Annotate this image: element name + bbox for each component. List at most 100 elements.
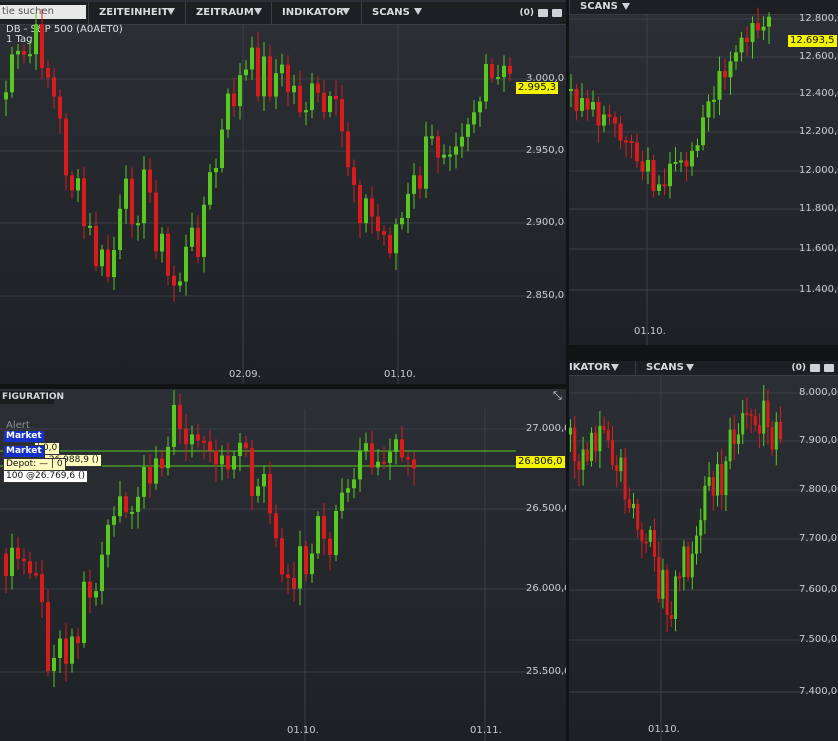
candle-body [442,154,446,158]
candle-body [569,427,572,435]
candle-body [334,510,338,556]
candle-body [316,83,320,93]
candle-body [130,511,134,514]
candle-body [274,513,278,539]
candle-body [472,112,476,125]
candle-body [292,578,296,589]
candle-body [88,225,92,228]
candle-body [232,93,236,107]
candlestick-chart-bottomleft[interactable] [0,389,566,741]
candle-body [358,184,362,224]
candle-body [244,442,248,449]
candle-body [756,23,760,31]
candle-body [208,441,212,451]
candle-body [607,114,612,117]
candle-body [16,547,20,559]
position-label[interactable]: 100 @26.769,6 () [3,470,89,483]
candle-body [220,129,224,168]
candle-body [238,442,242,457]
candle-body [640,161,645,172]
candle-body [226,93,230,130]
candle-body [678,576,682,579]
candle-body [238,75,242,107]
candlestick-chart-topright[interactable] [569,0,838,345]
candle-body [370,198,374,217]
candle-body [100,554,104,592]
candle-body [274,73,278,97]
candle-body [596,102,601,126]
candle-body [460,136,464,147]
candle-body [118,496,122,517]
candle-body [58,638,62,658]
candle-body [172,404,176,447]
candle-body [52,77,56,97]
last-price-tag: 2.995,3 [516,82,559,94]
candle-body [703,485,707,521]
candle-body [64,638,68,664]
candlestick-chart-main[interactable] [0,0,566,384]
candle-body [619,457,623,472]
market-order-badge[interactable]: Market [3,445,45,458]
candle-body [484,64,488,102]
chart-panel-main[interactable]: tie suchen ZEITEINHEIT ZEITRAUM INDIKATO… [0,0,566,384]
chart-panel-bottomright[interactable]: IKATOR SCANS (0) 8.000,0 7.900,0 7.800,0… [569,361,838,741]
candle-body [244,69,248,76]
market-order-badge[interactable]: Market [3,430,45,443]
candle-body [226,455,230,470]
candle-body [154,192,158,252]
chart-panel-topright[interactable]: SCANS 12.800,0 12.600,0 12.400,0 12.200,… [569,0,838,345]
y-axis-label: 12.400,0 [799,88,838,99]
candle-body [190,434,194,445]
candle-body [64,118,68,176]
candle-body [370,443,374,468]
candle-body [184,246,188,282]
candle-body [502,65,506,78]
candle-body [758,425,761,434]
candle-body [160,458,164,469]
candle-body [106,249,110,278]
candle-body [750,23,755,42]
candle-body [148,467,152,484]
candle-body [28,561,32,574]
y-axis-label: 12.200,0 [799,126,838,137]
candle-body [76,636,80,644]
candle-body [640,529,644,542]
candle-body [632,503,635,509]
candle-body [695,535,698,554]
candle-body [154,458,158,484]
candle-body [346,131,350,168]
candle-body [711,477,715,496]
candle-body [406,457,410,460]
candle-body [316,516,320,554]
candle-body [196,434,200,441]
y-axis-label: 7.400,0 [799,686,838,697]
candle-body [665,569,669,616]
y-axis-label: 8.000,0 [799,387,838,398]
candle-body [184,428,188,445]
chart-panel-bottomleft[interactable]: FIGURATION ⤡ Alert | 0,0 — 26.988,9 () M… [0,389,566,741]
candlestick-chart-bottomright[interactable] [569,361,838,741]
candle-body [618,123,623,141]
candle-body [16,50,20,55]
y-axis-label: 11.600,0 [799,243,838,254]
candle-body [418,175,422,189]
candle-body [406,193,410,219]
candle-body [250,47,254,70]
last-price-tag: 26.806,0 [516,456,565,468]
candle-body [298,85,302,113]
candle-body [574,88,579,111]
candle-body [388,234,392,254]
candle-body [76,178,80,191]
candle-body [262,56,266,97]
candle-body [412,459,416,469]
candle-body [466,124,470,137]
candle-body [286,574,290,579]
candle-body [142,169,146,224]
candle-body [178,281,182,286]
candle-body [679,160,683,163]
x-axis-label: 02.09. [229,369,261,380]
candle-body [695,145,700,151]
candle-body [286,64,290,93]
candle-body [34,573,38,576]
candle-body [728,429,732,462]
